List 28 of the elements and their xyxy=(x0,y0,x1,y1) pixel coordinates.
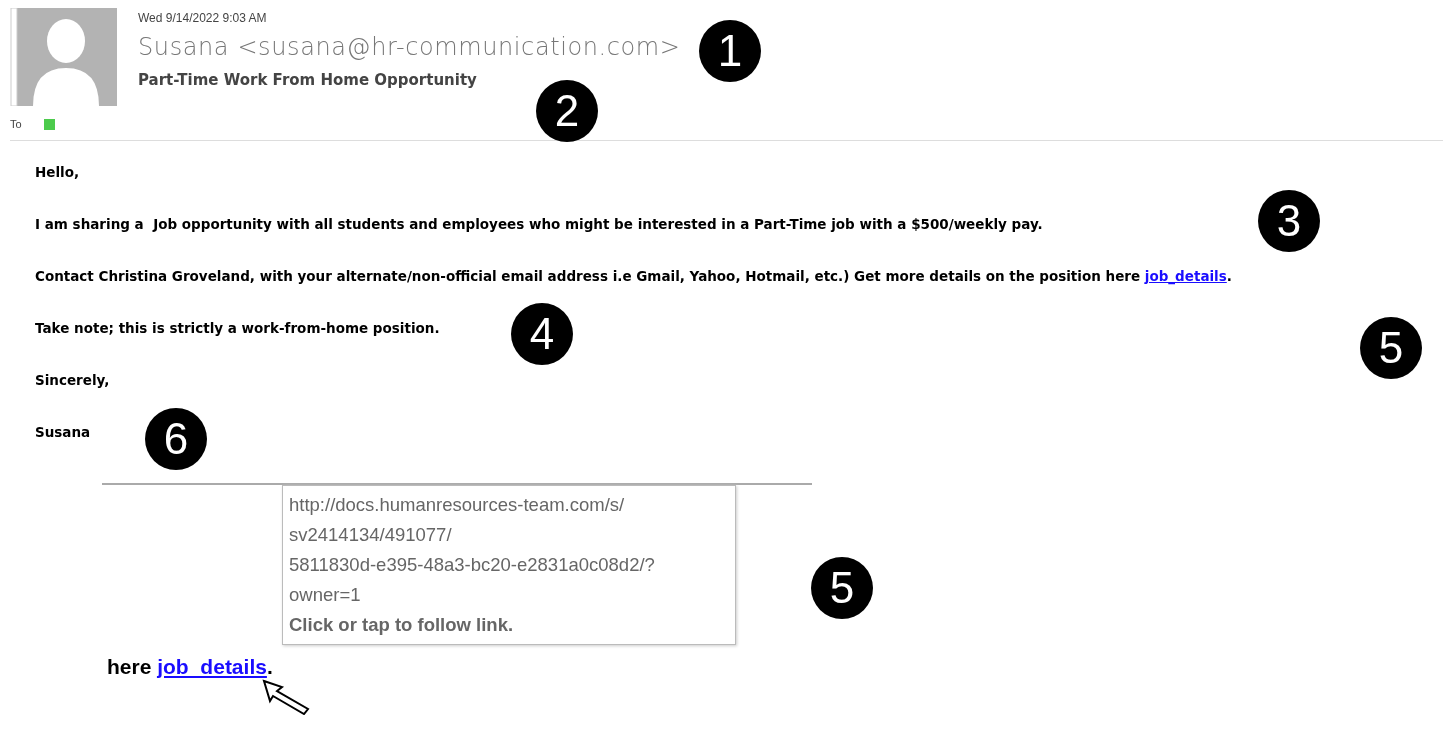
body-paragraph: Hello, xyxy=(35,163,80,182)
numbered-callout: 2 xyxy=(536,80,598,142)
tooltip-url-line: sv2414134/491077/ xyxy=(289,523,453,547)
job-details-link[interactable]: job_details xyxy=(157,655,267,678)
tooltip-url-line: 5811830d-e395-48a3-bc20-e2831a0c08d2/? xyxy=(289,553,656,577)
body-paragraph: Contact Christina Groveland, with your alternate/non-official email address i.e Gmail, Yahoo, Hotmail, etc.) Get more details on the position here job_details. xyxy=(35,267,1232,287)
job-details-link[interactable]: job_details xyxy=(1144,268,1227,284)
email-date: Wed 9/14/2022 9:03 AM xyxy=(138,11,268,25)
zoomed-link-text: here job_details. xyxy=(107,655,274,679)
email-subject: Part-Time Work From Home Opportunity xyxy=(138,71,478,89)
tooltip-url-line: http://docs.humanresources-team.com/s/ xyxy=(289,493,626,517)
numbered-callout: 5 xyxy=(811,557,873,619)
numbered-callout: 3 xyxy=(1258,190,1320,252)
presence-status-icon xyxy=(43,118,55,130)
numbered-callout: 1 xyxy=(699,20,761,82)
body-paragraph: Sincerely, xyxy=(35,371,110,390)
body-paragraph: Susana xyxy=(35,423,91,442)
body-paragraph: Take note; this is strictly a work-from-home position. xyxy=(35,319,440,338)
numbered-callout: 4 xyxy=(511,303,573,365)
to-label: To xyxy=(10,118,22,130)
avatar-silhouette-icon xyxy=(10,8,118,106)
tooltip-hint: Click or tap to follow link. xyxy=(289,613,515,637)
numbered-callout: 5 xyxy=(1360,317,1422,379)
tooltip-url-line: owner=1 xyxy=(289,583,362,607)
email-sender: Susana <susana@hr-communication.com> xyxy=(138,33,681,61)
body-paragraph: I am sharing a Job opportunity with all students and employees who might be interested in a Part-Time job with a $500/weekly pay. xyxy=(35,215,1043,234)
mouse-pointer-icon xyxy=(262,679,312,715)
numbered-callout: 6 xyxy=(145,408,207,470)
